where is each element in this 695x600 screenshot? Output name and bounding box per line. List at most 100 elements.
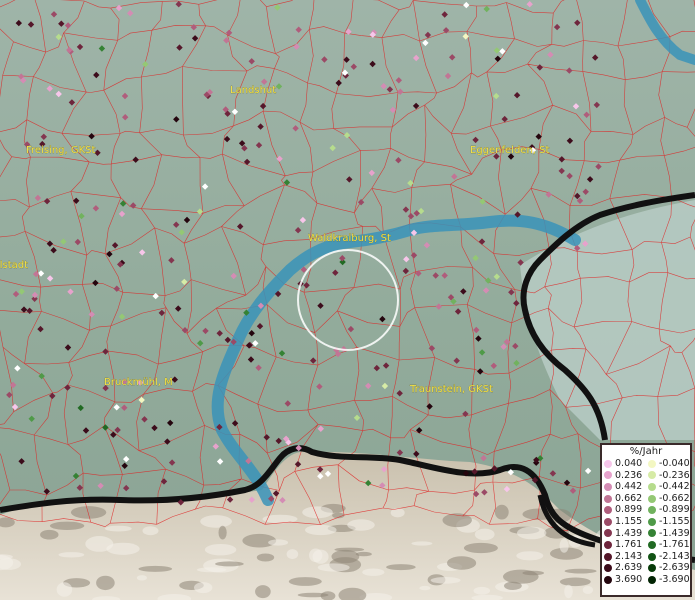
place-label-traunstein: Traunstein, GKSt: [409, 384, 493, 395]
legend-entry-negative: -0.040: [646, 458, 690, 470]
alpine-texture-blob: [58, 552, 85, 558]
legend-swatch-positive: [604, 459, 612, 468]
legend-entry-positive: 1.439: [602, 528, 646, 540]
legend-value-positive: 0.236: [615, 469, 643, 481]
legend-swatch-negative: [648, 459, 656, 468]
legend-value-negative: -0.236: [659, 469, 690, 481]
place-label-eggenfelden: Eggenfelden, St: [470, 145, 549, 156]
legend-entry-positive: 3.690: [602, 574, 646, 586]
legend-swatch-negative: [648, 494, 656, 503]
legend-negative-column: -0.040 -0.236 -0.442 -0.662 -0.899 -1.155 -1.4…: [646, 458, 690, 586]
legend-value-positive: 3.690: [615, 573, 643, 585]
alpine-texture-blob: [136, 575, 147, 581]
alpine-texture-blob: [517, 526, 547, 540]
alpine-texture-blob: [138, 565, 173, 572]
legend-value-positive: 0.442: [615, 481, 643, 493]
legend-value-positive: 0.899: [615, 504, 643, 516]
legend-swatch-positive: [604, 552, 612, 561]
legend-swatch-negative: [648, 506, 656, 515]
legend-entry-positive: 2.639: [602, 562, 646, 574]
alpine-texture-blob: [96, 575, 115, 591]
alpine-texture-blob: [564, 568, 597, 574]
legend-swatch-negative: [648, 529, 656, 538]
alpine-texture-blob: [297, 592, 329, 598]
legend-entry-positive: 0.899: [602, 504, 646, 516]
legend-swatch-positive: [604, 506, 612, 515]
alpine-texture-blob: [49, 521, 85, 530]
legend-value-negative: -1.155: [659, 515, 690, 527]
legend-entry-negative: -2.639: [646, 562, 690, 574]
legend-entry-positive: 2.143: [602, 551, 646, 563]
legend-swatch-negative: [648, 540, 656, 549]
legend-swatch-positive: [604, 564, 612, 573]
legend-entry-positive: 1.155: [602, 516, 646, 528]
alpine-texture-blob: [474, 528, 495, 541]
map-view[interactable]: Landshut Freising, GKSt Eggenfelden, St …: [0, 0, 695, 600]
alpine-texture-blob: [215, 561, 244, 567]
legend-swatch-positive: [604, 482, 612, 491]
alpine-texture-blob: [268, 539, 289, 546]
legend-entry-positive: 0.040: [602, 458, 646, 470]
alpine-texture-blob: [288, 577, 322, 586]
alpine-texture-blob: [302, 506, 333, 519]
alpine-texture-blob: [200, 515, 233, 528]
alpine-texture-blob: [218, 525, 227, 540]
legend-swatch-negative: [648, 552, 656, 561]
alpine-texture-blob: [309, 548, 323, 563]
alpine-texture-blob: [559, 577, 591, 587]
alpine-texture-blob: [430, 577, 461, 584]
alpine-texture-blob: [142, 526, 159, 536]
legend-value-negative: -0.899: [659, 504, 690, 516]
alpine-texture-blob: [106, 542, 140, 555]
alpine-texture-blob: [473, 586, 491, 595]
legend-entry-negative: -1.761: [646, 539, 690, 551]
alpine-texture-blob: [362, 568, 385, 576]
legend-entry-negative: -1.155: [646, 516, 690, 528]
alpine-texture-blob: [317, 563, 350, 572]
place-label-freising: Freising, GKSt: [26, 145, 96, 156]
legend-entry-negative: -2.143: [646, 551, 690, 563]
legend-value-negative: -0.662: [659, 492, 690, 504]
legend-entry-positive: 0.662: [602, 493, 646, 505]
legend-title: %/Jahr: [629, 446, 663, 457]
legend-value-positive: 0.040: [615, 458, 643, 469]
alpine-texture-blob: [104, 525, 132, 532]
alpine-texture-blob: [447, 556, 477, 570]
legend-swatch-positive: [604, 494, 612, 503]
legend-swatch-negative: [648, 564, 656, 573]
legend-swatch-positive: [604, 471, 612, 480]
place-label-landshut: Landshut: [230, 85, 276, 96]
alpine-texture-blob: [204, 544, 237, 556]
legend-value-positive: 1.155: [615, 515, 643, 527]
alpine-texture-blob: [347, 519, 375, 531]
alpine-texture-blob: [504, 581, 522, 590]
legend-entry-positive: 0.236: [602, 470, 646, 482]
legend-swatch-negative: [648, 471, 656, 480]
legend-swatch-negative: [648, 575, 656, 584]
legend-rows: 0.040 0.236 0.442 0.662 0.899 1.155 1.439 1.761…: [602, 458, 690, 586]
legend-swatch-positive: [604, 529, 612, 538]
map-canvas[interactable]: Landshut Freising, GKSt Eggenfelden, St …: [0, 0, 695, 600]
alpine-texture-blob: [419, 585, 431, 591]
legend-entry-negative: -0.442: [646, 481, 690, 493]
alpine-texture-blob: [411, 541, 433, 546]
alpine-texture-blob: [463, 542, 498, 554]
alpine-texture-blob: [196, 567, 227, 573]
alpine-texture-blob: [334, 547, 365, 552]
legend-value-positive: 2.143: [615, 550, 643, 562]
legend-entry-positive: 0.442: [602, 481, 646, 493]
legend-entry-negative: -0.899: [646, 504, 690, 516]
alpine-texture-blob: [522, 570, 544, 576]
place-label-ingolstadt: Ingolstadt: [0, 260, 28, 271]
legend-positive-column: 0.040 0.236 0.442 0.662 0.899 1.155 1.439 1.761…: [602, 458, 646, 586]
legend-value-positive: 1.439: [615, 527, 643, 539]
alpine-texture-blob: [286, 549, 299, 560]
alpine-texture-blob: [255, 585, 271, 599]
alpine-texture-blob: [386, 564, 416, 571]
alpine-texture-blob: [516, 551, 544, 561]
legend-entry-negative: -3.690: [646, 574, 690, 586]
alpine-texture-blob: [355, 551, 372, 557]
legend-value-negative: -0.040: [659, 458, 690, 469]
alpine-texture-blob: [305, 524, 337, 536]
alpine-texture-blob: [70, 506, 107, 519]
